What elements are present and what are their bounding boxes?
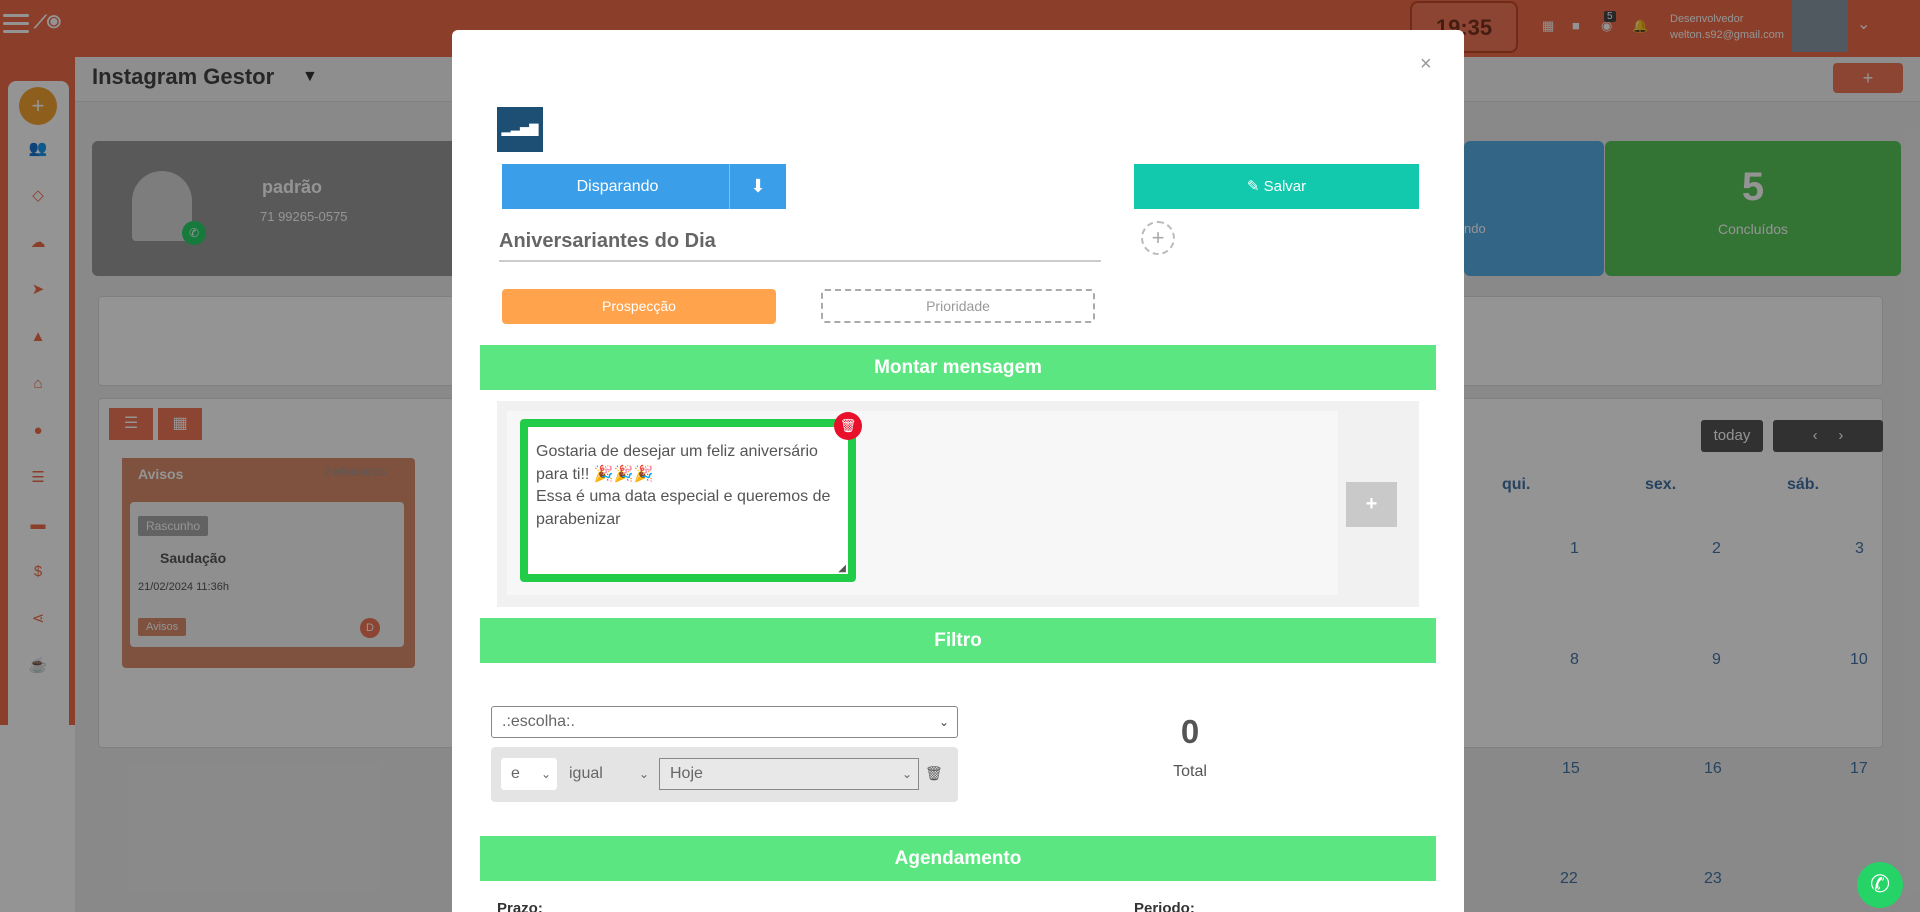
filter-conjunction-value: e (511, 765, 520, 782)
section-message-header: Montar mensagem (480, 345, 1436, 390)
priority-button[interactable]: Prioridade (821, 289, 1095, 323)
whatsapp-float-icon[interactable]: ✆ (1857, 862, 1903, 908)
filter-value-text: Hoje (670, 765, 703, 782)
campaign-title-input[interactable]: Aniversariantes do Dia (499, 226, 1101, 262)
close-icon[interactable]: × (1420, 53, 1432, 76)
chevron-down-icon: ⌄ (938, 715, 949, 729)
filter-operator-value: igual (569, 765, 603, 782)
add-circle-icon[interactable]: + (1141, 221, 1175, 255)
signal-icon[interactable]: ▂▃▅▇ (497, 107, 543, 152)
delete-message-icon[interactable]: 🗑 (834, 412, 862, 440)
section-schedule-header: Agendamento (480, 836, 1436, 881)
save-label: Salvar (1263, 178, 1307, 195)
arrow-down-icon[interactable]: ⬇ (729, 164, 786, 209)
status-dropdown-button[interactable]: Disparando (502, 164, 733, 209)
filter-operator-select[interactable]: igual ⌄ (569, 758, 655, 790)
chevron-down-icon: ⌄ (638, 767, 649, 781)
save-button[interactable]: ✎ Salvar (1134, 164, 1419, 209)
prazo-label: Prazo: (497, 900, 543, 912)
chevron-down-icon: ⌄ (901, 767, 912, 781)
message-text[interactable]: Gostaria de desejar um feliz aniversário… (536, 441, 846, 531)
resize-handle-icon[interactable]: ◢ (838, 563, 846, 574)
filter-row: e ⌄ igual ⌄ Hoje ⌄ 🗑 (491, 747, 958, 802)
filter-field-select[interactable]: .:escolha:. ⌄ (491, 706, 958, 738)
filter-conjunction-select[interactable]: e ⌄ (501, 758, 557, 790)
filter-field-value: .:escolha:. (502, 713, 575, 730)
periodo-label: Periodo: (1134, 900, 1195, 912)
section-filter-header: Filtro (480, 618, 1436, 663)
total-label: Total (1173, 763, 1207, 780)
total-count: 0 (1180, 713, 1200, 750)
delete-filter-icon[interactable]: 🗑 (925, 765, 943, 781)
prospect-button[interactable]: Prospecção (502, 289, 776, 324)
chevron-down-icon: ⌄ (540, 767, 551, 781)
add-message-button[interactable]: + (1346, 482, 1397, 527)
message-card[interactable]: Gostaria de desejar um feliz aniversário… (520, 419, 856, 582)
pencil-icon: ✎ (1246, 178, 1264, 195)
filter-value-select[interactable]: Hoje ⌄ (659, 758, 919, 790)
